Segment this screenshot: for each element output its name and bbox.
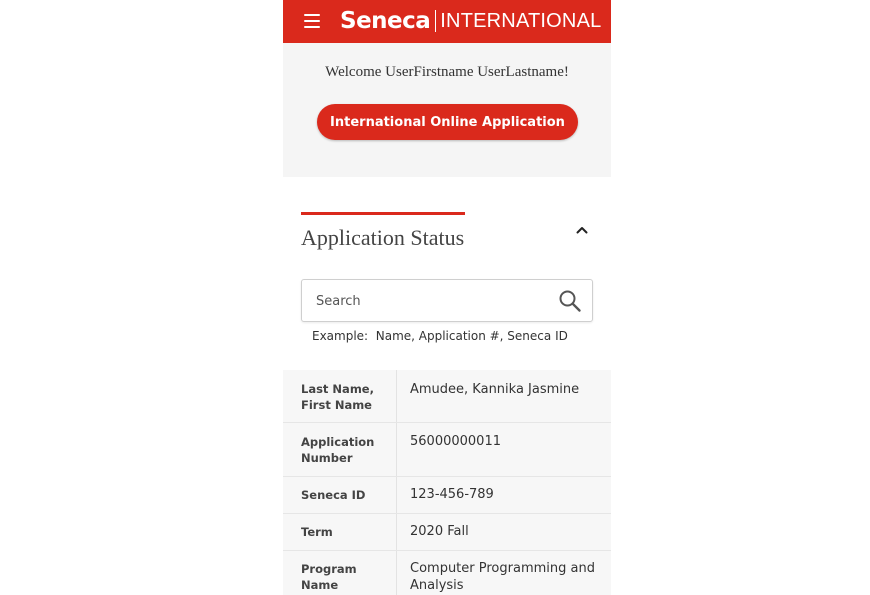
row-value: Amudee, Kannika Jasmine <box>410 382 580 397</box>
chevron-up-icon[interactable] <box>574 222 590 238</box>
search-example-hint: Example: Name, Application #, Seneca ID <box>312 329 568 343</box>
table-row: Term 2020 Fall <box>283 514 611 551</box>
row-label: Last Name, First Name <box>301 382 374 412</box>
welcome-panel: Welcome UserFirstname UserLastname! Inte… <box>283 43 611 177</box>
row-label: Program Name <box>301 562 357 592</box>
row-label: Term <box>301 525 333 539</box>
search-input[interactable] <box>314 290 553 313</box>
welcome-message: Welcome UserFirstname UserLastname! <box>325 64 569 80</box>
app-viewport: Seneca INTERNATIONAL Welcome UserFirstna… <box>283 0 611 595</box>
row-label: Seneca ID <box>301 488 366 502</box>
online-application-button[interactable]: International Online Application <box>317 104 578 140</box>
table-row: Program Name Computer Programming and An… <box>283 551 611 595</box>
search-icon[interactable] <box>558 289 582 313</box>
table-row: Seneca ID 123-456-789 <box>283 477 611 514</box>
table-row: Last Name, First Name Amudee, Kannika Ja… <box>283 370 611 423</box>
row-value: 2020 Fall <box>410 524 469 539</box>
row-value: Computer Programming and Analysis <box>410 561 595 593</box>
column-divider <box>396 477 397 513</box>
section-accent-bar <box>301 212 465 215</box>
column-divider <box>396 370 397 422</box>
top-navigation-bar: Seneca INTERNATIONAL <box>283 0 611 43</box>
hamburger-menu-icon[interactable] <box>304 14 320 28</box>
table-row: Application Number 56000000011 <box>283 423 611 477</box>
logo-divider <box>435 10 437 32</box>
row-value: 123-456-789 <box>410 487 494 502</box>
logo-main-text: Seneca <box>340 8 431 34</box>
row-label: Application Number <box>301 435 375 465</box>
column-divider <box>396 551 397 595</box>
application-status-heading: Application Status <box>301 225 465 250</box>
column-divider <box>396 423 397 476</box>
application-details-table: Last Name, First Name Amudee, Kannika Ja… <box>283 370 611 595</box>
seneca-international-logo[interactable]: Seneca INTERNATIONAL <box>340 6 601 36</box>
column-divider <box>396 514 397 550</box>
row-value: 56000000011 <box>410 434 501 449</box>
search-box <box>301 279 593 322</box>
logo-sub-text: INTERNATIONAL <box>440 9 602 32</box>
